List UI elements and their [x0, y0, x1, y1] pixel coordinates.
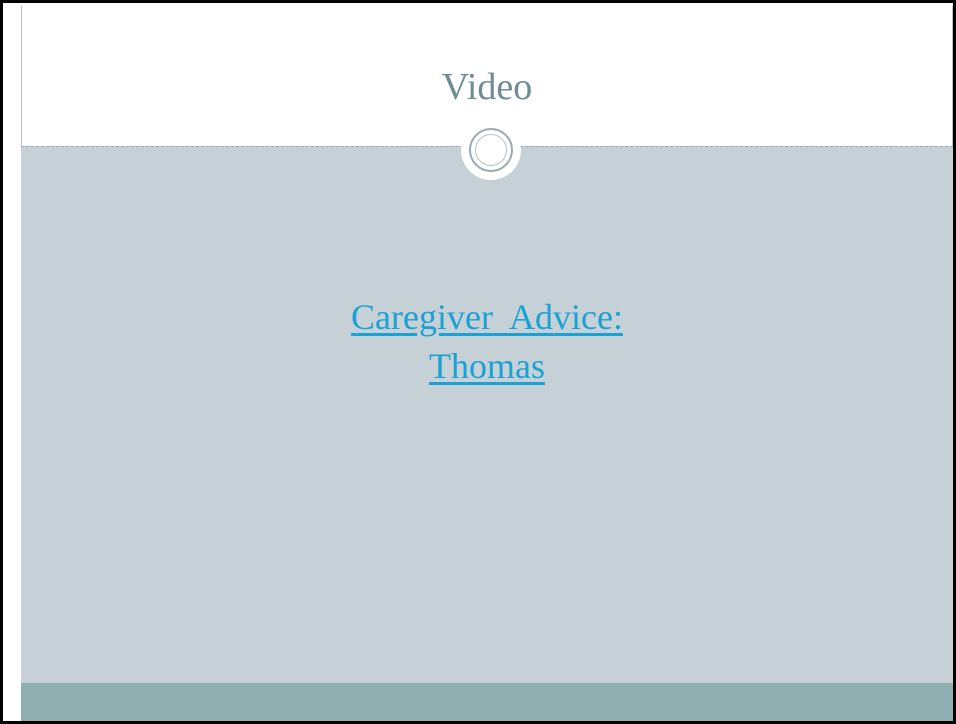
video-link-line1[interactable]: Caregiver Advice: [351, 297, 623, 337]
footer-bar [21, 683, 953, 721]
slide-title: Video [441, 66, 533, 108]
video-link-line2[interactable]: Thomas [429, 346, 545, 386]
video-link-block: Caregiver Advice: Thomas [21, 293, 953, 391]
content-area [21, 146, 953, 683]
inner-ring [475, 134, 507, 166]
outer-ring [469, 128, 513, 172]
double-ring-circle-icon [461, 120, 521, 180]
slide: Video Caregiver Advice: Thomas [0, 0, 956, 724]
